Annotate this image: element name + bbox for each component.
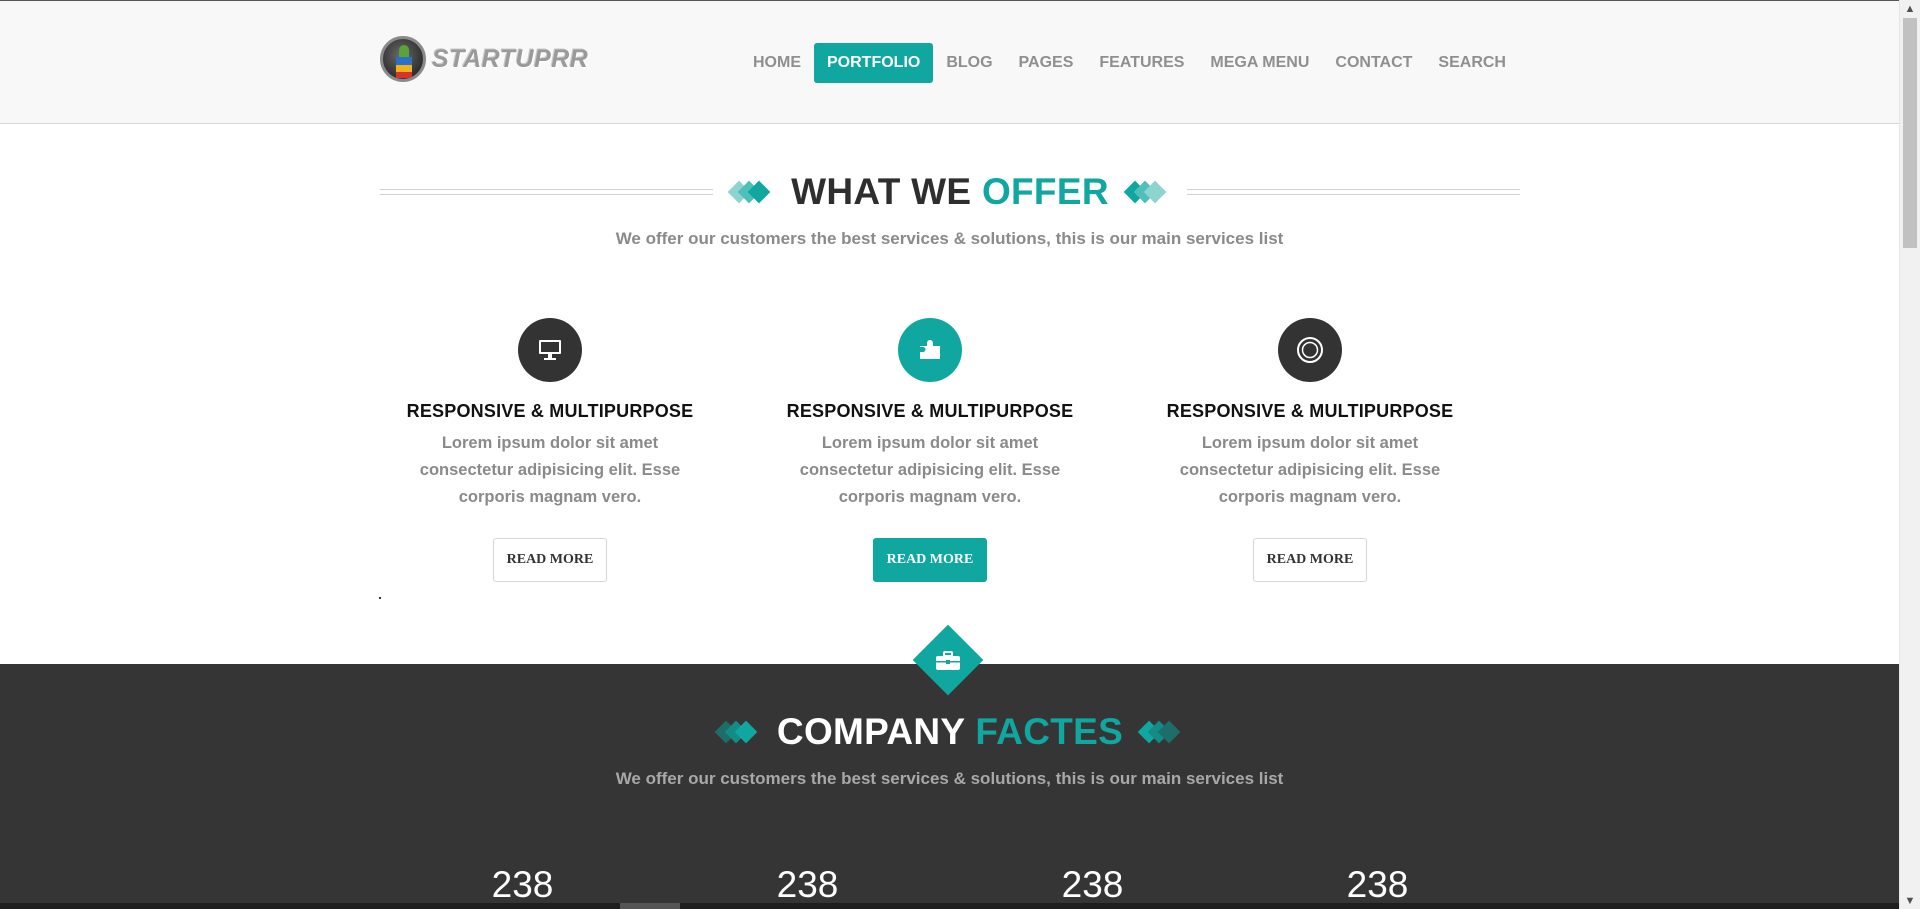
main-nav: HOME PORTFOLIO BLOG PAGES FEATURES MEGA …: [740, 43, 1519, 83]
nav-item-contact[interactable]: CONTACT: [1322, 43, 1425, 83]
nav-item-blog[interactable]: BLOG: [933, 43, 1005, 83]
nav-item-portfolio[interactable]: PORTFOLIO: [814, 43, 934, 83]
header: STARTUPRR HOME PORTFOLIO BLOG PAGES FEAT…: [0, 1, 1899, 124]
feature-card: RESPONSIVE & MULTIPURPOSE Lorem ipsum do…: [1140, 318, 1480, 582]
scroll-thumb[interactable]: [1903, 18, 1917, 248]
diamond-ornament-left-icon: [714, 717, 763, 747]
facts-heading: COMPANY FACTES: [700, 711, 1200, 752]
nav-item-mega-menu[interactable]: MEGA MENU: [1197, 43, 1322, 83]
briefcase-icon: [933, 647, 963, 675]
section-title: COMPANY FACTES: [776, 711, 1124, 752]
fact-counter: 238: [1346, 864, 1409, 905]
desktop-icon: [518, 318, 582, 382]
page-scrollbar[interactable]: ▲ ▼: [1899, 0, 1920, 909]
diamond-ornament-left-icon: [727, 177, 777, 207]
rocket-logo-icon: [380, 36, 426, 82]
nav-item-search[interactable]: SEARCH: [1425, 43, 1519, 83]
feature-title: RESPONSIVE & MULTIPURPOSE: [406, 401, 694, 421]
fact-counter: 238: [1061, 864, 1124, 905]
fact-counter: 238: [491, 864, 554, 905]
heading-divider-left: [380, 189, 714, 195]
feature-title: RESPONSIVE & MULTIPURPOSE: [786, 401, 1074, 421]
feature-description: Lorem ipsum dolor sit amet consectetur a…: [799, 434, 1061, 506]
puzzle-icon: [898, 318, 962, 382]
nav-item-home[interactable]: HOME: [740, 43, 814, 83]
feature-description: Lorem ipsum dolor sit amet consectetur a…: [419, 434, 681, 506]
read-more-button[interactable]: READ MORE: [1252, 538, 1368, 582]
features-row: RESPONSIVE & MULTIPURPOSE Lorem ipsum do…: [380, 318, 1520, 588]
heading-divider-right: [1186, 189, 1521, 195]
section-title: WHAT WE OFFER: [791, 171, 1109, 212]
read-more-button[interactable]: READ MORE: [492, 538, 608, 582]
company-facts-section: COMPANY FACTES We offer our customers th…: [0, 664, 1899, 909]
nav-item-features[interactable]: FEATURES: [1086, 43, 1197, 83]
fact-counter: 238: [776, 864, 839, 905]
circle-target-icon: [1278, 318, 1342, 382]
bottom-strip: [0, 903, 1899, 909]
scroll-down-arrow-icon[interactable]: ▼: [1900, 892, 1920, 909]
diamond-ornament-right-icon: [1137, 717, 1186, 747]
diamond-ornament-right-icon: [1123, 177, 1173, 207]
feature-card: RESPONSIVE & MULTIPURPOSE Lorem ipsum do…: [760, 318, 1100, 582]
scroll-up-arrow-icon[interactable]: ▲: [1900, 0, 1920, 17]
feature-card: RESPONSIVE & MULTIPURPOSE Lorem ipsum do…: [380, 318, 720, 582]
feature-description: Lorem ipsum dolor sit amet consectetur a…: [1179, 434, 1441, 506]
nav-item-pages[interactable]: PAGES: [1006, 43, 1087, 83]
brand-name: STARTUPRR: [432, 44, 589, 73]
stray-dot: [379, 597, 381, 599]
page: STARTUPRR HOME PORTFOLIO BLOG PAGES FEAT…: [0, 0, 1899, 909]
brand-logo[interactable]: STARTUPRR: [380, 33, 588, 85]
facts-subtitle: We offer our customers the best services…: [615, 769, 1284, 788]
offer-subtitle: We offer our customers the best services…: [615, 229, 1284, 248]
feature-title: RESPONSIVE & MULTIPURPOSE: [1166, 401, 1454, 421]
read-more-button[interactable]: READ MORE: [872, 538, 988, 582]
offer-heading: WHAT WE OFFER: [380, 171, 1521, 212]
